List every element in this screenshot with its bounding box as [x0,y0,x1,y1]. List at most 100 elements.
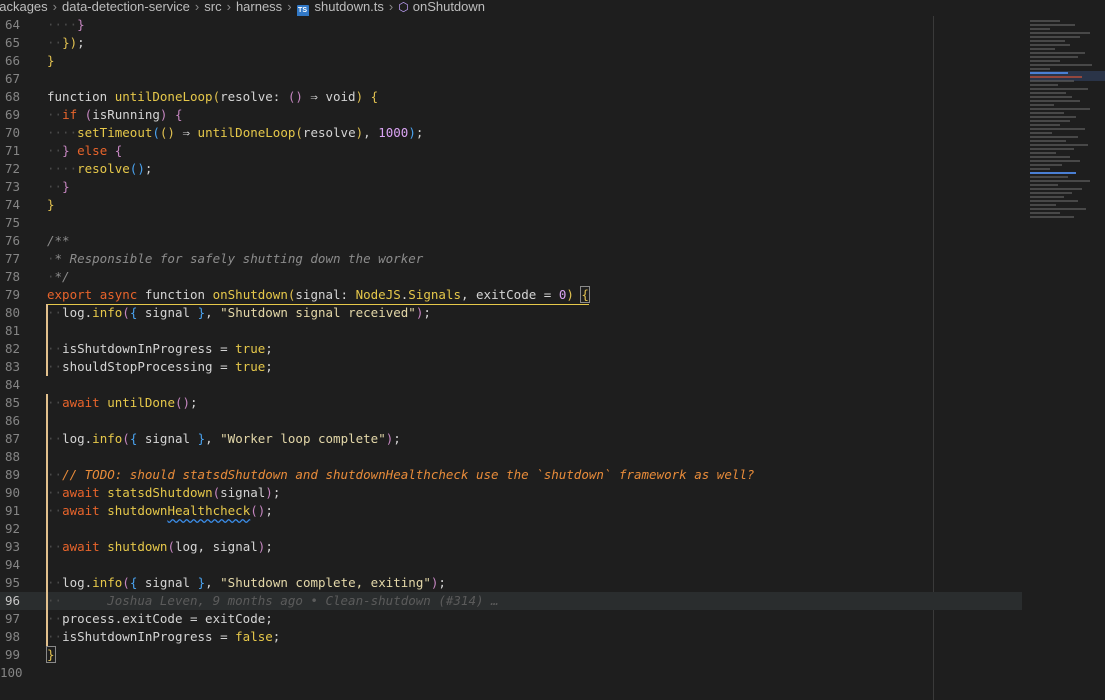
git-modified-marker [46,556,48,574]
minimap-line [1030,192,1072,194]
line-number: 76 [4,233,20,248]
minimap-line [1030,208,1086,210]
code-line[interactable]: 100 [0,664,1022,682]
line-number: 75 [4,215,20,230]
code-line[interactable]: 85 ··await untilDone(); [0,394,1022,412]
breadcrumb-harness[interactable]: harness [236,0,282,14]
line-number: 82 [4,341,20,356]
minimap-line [1030,152,1056,154]
code-line[interactable]: 95 ··log.info({ signal }, "Shutdown compl… [0,574,1022,592]
git-blame-annotation[interactable]: Joshua Leven, 9 months ago • Clean-shutd… [107,593,498,608]
code-line[interactable]: 81 [0,322,1022,340]
code-line[interactable]: 77 ·* Responsible for safely shutting dow… [0,250,1022,268]
code-line[interactable]: 78 ·*/ [0,268,1022,286]
line-number: 85 [4,395,20,410]
code-line[interactable]: 69 ··if (isRunning) { [0,106,1022,124]
code-line[interactable]: 65 ··}); [0,34,1022,52]
code-editor[interactable]: 64 ····} 65 ··}); 66} 67 68 function untilD… [0,16,1030,700]
code-line[interactable]: 89 ··// TODO: should statsdShutdown and s… [0,466,1022,484]
minimap-line [1030,200,1078,202]
minimap[interactable] [1030,16,1105,236]
minimap-line [1030,120,1070,122]
minimap-line [1030,128,1085,130]
code-line[interactable]: 94 [0,556,1022,574]
code-line[interactable]: 71 ··} else { [0,142,1022,160]
line-number: 73 [4,179,20,194]
chevron-right-icon: › [194,0,200,14]
code-line-current[interactable]: 96 ·· Joshua Leven, 9 months ago • Clean-… [0,592,1022,610]
line-number: 88 [4,449,20,464]
line-number: 66 [4,53,20,68]
minimap-line [1030,100,1080,102]
code-line[interactable]: 70 ····setTimeout(() ⇒ untilDoneLoop(reso… [0,124,1022,142]
code-line[interactable]: 80 ··log.info({ signal }, "Shutdown signa… [0,304,1022,322]
minimap-line [1030,212,1060,214]
minimap-line [1030,108,1090,110]
line-number: 65 [4,35,20,50]
minimap-line [1030,72,1068,74]
line-number: 70 [4,125,20,140]
minimap-line [1030,48,1055,50]
breadcrumb-src[interactable]: src [204,0,221,14]
code-line[interactable]: 68 function untilDoneLoop(resolve: () ⇒ v… [0,88,1022,106]
code-line[interactable]: 93 ··await shutdown(log, signal); [0,538,1022,556]
breadcrumb-symbol[interactable]: onShutdown [413,0,485,14]
line-number: 79 [4,287,20,302]
minimap-line [1030,36,1080,38]
code-line[interactable]: 84 [0,376,1022,394]
line-number: 87 [4,431,20,446]
breadcrumb-file[interactable]: shutdown.ts [315,0,384,14]
minimap-line [1030,24,1075,26]
minimap-line [1030,216,1074,218]
line-number: 80 [4,305,20,320]
code-line[interactable]: 86 [0,412,1022,430]
line-number: 100 [0,665,23,680]
code-line[interactable]: 82 ··isShutdownInProgress = true; [0,340,1022,358]
minimap-line [1030,52,1085,54]
code-line[interactable]: 76/** [0,232,1022,250]
minimap-line [1030,92,1066,94]
breadcrumb-packages[interactable]: packages [0,0,48,14]
line-number: 95 [4,575,20,590]
code-line[interactable]: 72 ····resolve(); [0,160,1022,178]
code-line[interactable]: 67 [0,70,1022,88]
code-line[interactable]: 99} [0,646,1022,664]
code-line[interactable]: 79 export async function onShutdown(signa… [0,286,1022,305]
code-line[interactable]: 92 [0,520,1022,538]
code-line[interactable]: 83 ··shouldStopProcessing = true; [0,358,1022,376]
code-line[interactable]: 98 ··isShutdownInProgress = false; [0,628,1022,646]
minimap-line [1030,80,1074,82]
minimap-line [1030,104,1054,106]
code-line[interactable]: 66} [0,52,1022,70]
code-line[interactable]: 97 ··process.exitCode = exitCode; [0,610,1022,628]
chevron-right-icon: › [52,0,57,14]
breadcrumb-service[interactable]: data-detection-service [62,0,190,14]
minimap-line [1030,32,1090,34]
code-line[interactable]: 87 ··log.info({ signal }, "Worker loop co… [0,430,1022,448]
minimap-line [1030,204,1056,206]
line-number: 98 [4,629,20,644]
minimap-line [1030,68,1050,70]
git-modified-marker [46,412,48,430]
code-line[interactable]: 73 ··} [0,178,1022,196]
code-line[interactable]: 75 [0,214,1022,232]
minimap-line [1030,172,1076,174]
code-line[interactable]: 64 ····} [0,16,1022,34]
minimap-line [1030,148,1074,150]
code-line[interactable]: 88 [0,448,1022,466]
minimap-line [1030,184,1058,186]
code-line[interactable]: 90 ··await statsdShutdown(signal); [0,484,1022,502]
git-modified-marker [46,448,48,466]
minimap-line [1030,180,1090,182]
code-line[interactable]: 74} [0,196,1022,214]
minimap-line [1030,164,1062,166]
minimap-line [1030,168,1050,170]
minimap-line [1030,160,1080,162]
minimap-line [1030,140,1066,142]
line-number: 94 [4,557,20,572]
code-line[interactable]: 91 ··await shutdownHealthcheck(); [0,502,1022,520]
minimap-line [1030,124,1060,126]
line-number: 97 [4,611,20,626]
chevron-right-icon: › [226,0,231,14]
line-number: 90 [4,485,20,500]
